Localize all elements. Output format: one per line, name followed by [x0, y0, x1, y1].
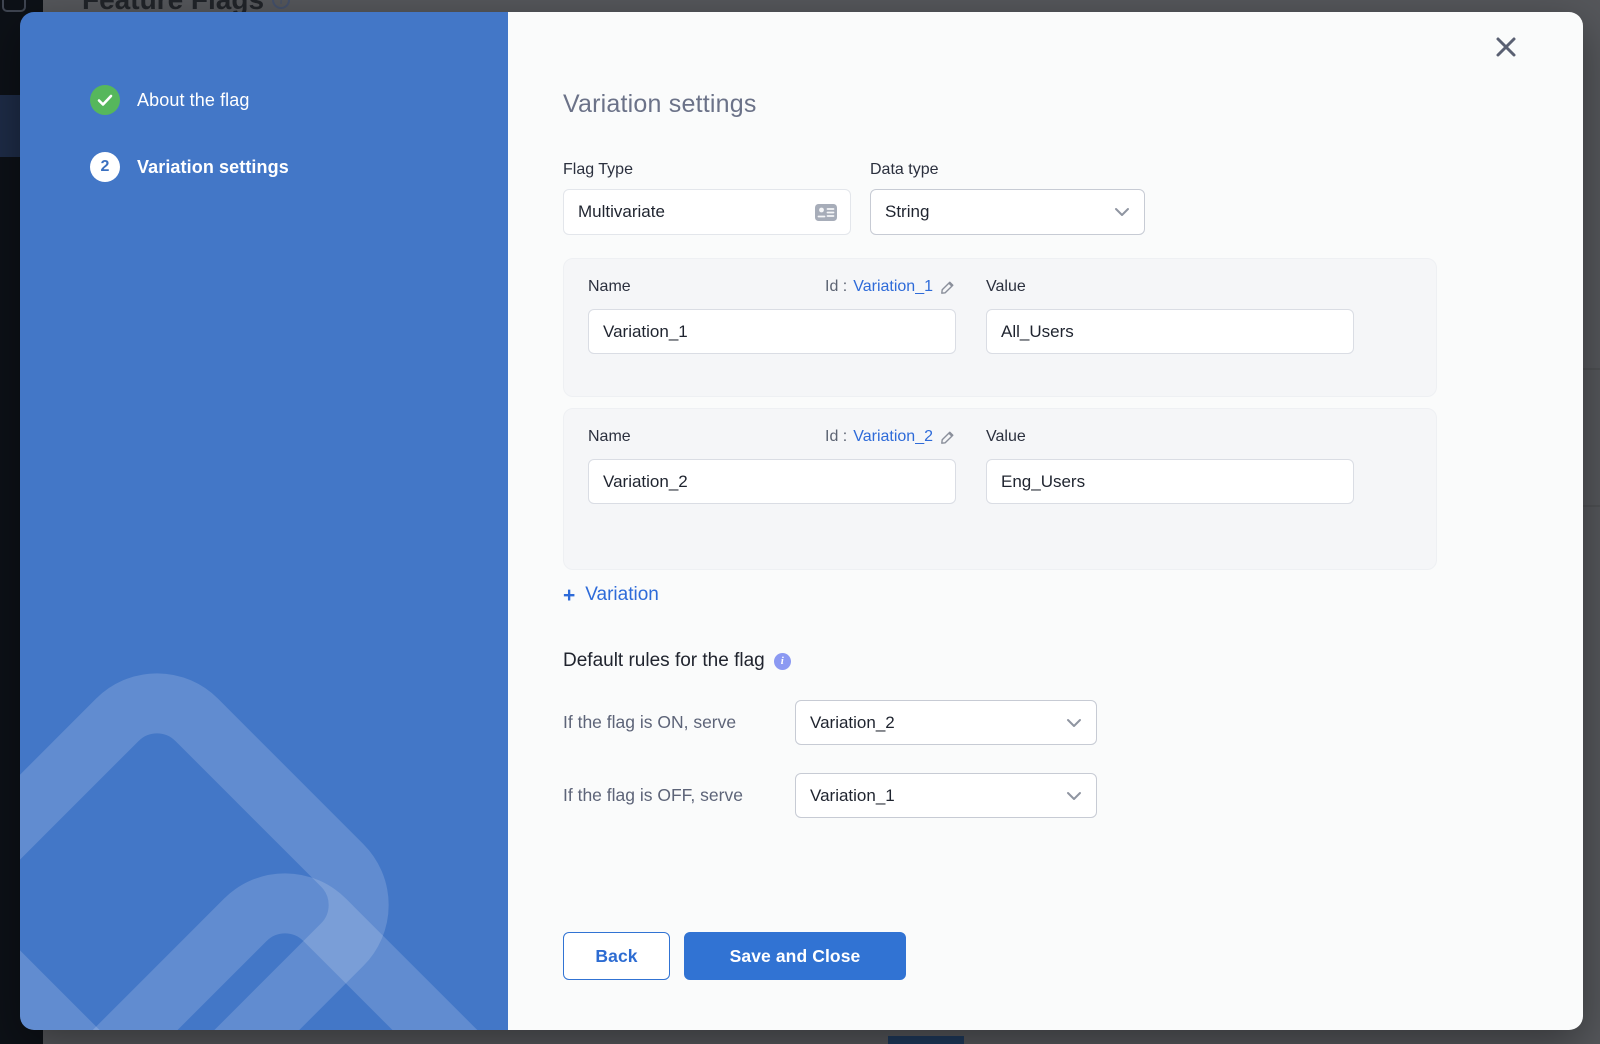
- stepper: About the flag 2 Variation settings: [90, 85, 289, 182]
- multivariate-card-icon: [814, 203, 838, 222]
- variation-card-2: Name Id : Variation_2 Value: [563, 408, 1437, 570]
- flag-type-value: Multivariate: [578, 202, 665, 222]
- step-variation-settings[interactable]: 2 Variation settings: [90, 152, 289, 182]
- flag-type-field: Multivariate: [563, 189, 851, 235]
- variation-settings-panel: Variation settings Flag Type Multivariat…: [508, 12, 1583, 1030]
- variation-id-link[interactable]: Variation_2: [853, 428, 933, 446]
- backdrop-button-fragment: [888, 1036, 964, 1044]
- add-variation-label: Variation: [585, 584, 659, 606]
- data-type-select[interactable]: String: [870, 189, 1145, 235]
- info-icon[interactable]: i: [774, 653, 791, 670]
- flag-type-label: Flag Type: [563, 161, 851, 179]
- panel-title: Variation settings: [563, 90, 1583, 119]
- add-variation-button[interactable]: + Variation: [563, 584, 659, 606]
- backdrop-divider: [1583, 368, 1600, 370]
- data-type-value: String: [885, 202, 929, 222]
- rule-row-off: If the flag is OFF, serve Variation_1: [563, 773, 1583, 818]
- type-row: Flag Type Multivariate Data type String: [563, 161, 1583, 235]
- flag-settings-modal: About the flag 2 Variation settings Vari…: [20, 12, 1583, 1030]
- rule-off-value: Variation_1: [810, 786, 895, 806]
- step-number-badge: 2: [90, 152, 120, 182]
- variation-value-label: Value: [986, 428, 1026, 446]
- stepper-panel: About the flag 2 Variation settings: [20, 12, 508, 1030]
- sidebar-collapse-icon: [2, 0, 26, 12]
- rule-on-label: If the flag is ON, serve: [563, 709, 795, 736]
- data-type-label: Data type: [870, 161, 1145, 179]
- rule-on-select[interactable]: Variation_2: [795, 700, 1097, 745]
- edit-pencil-icon[interactable]: [939, 429, 956, 446]
- variation-id-link[interactable]: Variation_1: [853, 278, 933, 296]
- rule-off-label: If the flag is OFF, serve: [563, 782, 795, 809]
- plus-icon: +: [563, 585, 575, 606]
- variation-name-label: Name: [588, 278, 631, 296]
- backdrop-divider: [1583, 505, 1600, 507]
- variation-card-1: Name Id : Variation_1 Value: [563, 258, 1437, 397]
- rule-row-on: If the flag is ON, serve Variation_2: [563, 700, 1583, 745]
- variation-id-prefix: Id :: [825, 428, 847, 446]
- variation-name-input[interactable]: [588, 309, 956, 354]
- variation-name-label: Name: [588, 428, 631, 446]
- rule-off-select[interactable]: Variation_1: [795, 773, 1097, 818]
- chevron-down-icon: [1066, 718, 1082, 728]
- footer-actions: Back Save and Close: [563, 932, 1583, 980]
- save-and-close-button[interactable]: Save and Close: [684, 932, 906, 980]
- default-rules-text: Default rules for the flag: [563, 650, 765, 672]
- variation-value-input[interactable]: [986, 459, 1354, 504]
- variation-value-label: Value: [986, 278, 1026, 296]
- close-icon[interactable]: [1493, 34, 1519, 60]
- default-rules-title: Default rules for the flag i: [563, 650, 1583, 672]
- chevron-down-icon: [1066, 791, 1082, 801]
- edit-pencil-icon[interactable]: [939, 279, 956, 296]
- variation-id-prefix: Id :: [825, 278, 847, 296]
- rule-on-value: Variation_2: [810, 713, 895, 733]
- step-complete-check-icon: [90, 85, 120, 115]
- step-about-the-flag[interactable]: About the flag: [90, 85, 289, 115]
- variation-value-input[interactable]: [986, 309, 1354, 354]
- page-title-info-icon: i: [272, 0, 290, 9]
- step-label: About the flag: [137, 90, 250, 111]
- step-label: Variation settings: [137, 157, 289, 178]
- variation-name-input[interactable]: [588, 459, 956, 504]
- back-button[interactable]: Back: [563, 932, 670, 980]
- chevron-down-icon: [1114, 207, 1130, 217]
